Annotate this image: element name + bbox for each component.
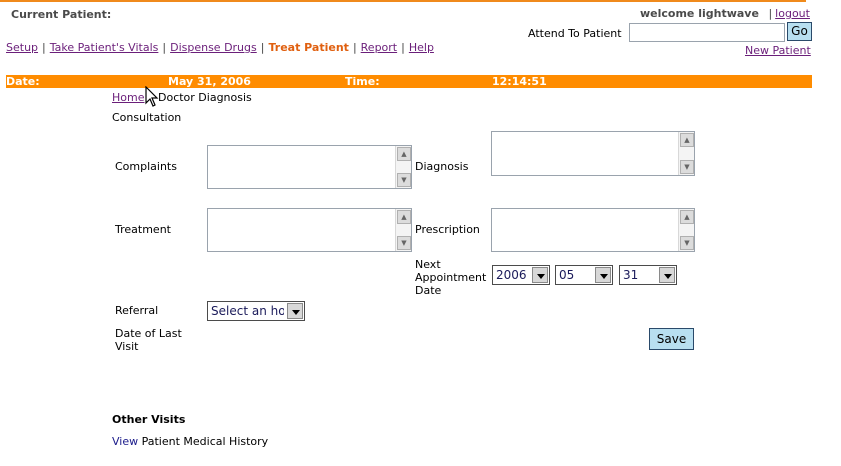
time-value: 12:14:51	[492, 75, 547, 88]
prescription-textarea[interactable]: ▲ ▼	[491, 208, 695, 252]
consultation-title: Consultation	[112, 111, 182, 124]
prescription-scrollbar[interactable]: ▲ ▼	[678, 209, 694, 251]
last-visit-label: Date of Last Visit	[115, 327, 182, 353]
nav-report[interactable]: Report	[361, 41, 397, 54]
attend-to-patient-label: Attend To Patient	[528, 27, 622, 40]
date-time-bar: Date: May 31, 2006 Time: 12:14:51	[6, 75, 812, 88]
breadcrumb-current: Doctor Diagnosis	[158, 91, 252, 104]
treatment-label: Treatment	[115, 223, 171, 236]
next-appointment-label-line: Appointment	[415, 271, 487, 284]
diagnosis-label: Diagnosis	[415, 160, 469, 173]
cursor-icon	[145, 86, 159, 107]
nav-dispense-drugs[interactable]: Dispense Drugs	[170, 41, 257, 54]
medical-history-text: Patient Medical History	[141, 435, 269, 448]
other-visits-title: Other Visits	[112, 413, 186, 426]
appointment-day-value: 31	[623, 268, 639, 282]
welcome-area: welcome lightwave | logout	[640, 7, 810, 20]
new-patient-link[interactable]: New Patient	[745, 44, 811, 57]
referral-label: Referral	[115, 304, 159, 317]
nav-separator: |	[352, 41, 357, 54]
prescription-label: Prescription	[415, 223, 480, 236]
welcome-text: welcome lightwave	[640, 7, 759, 20]
treatment-textarea[interactable]: ▲ ▼	[207, 208, 412, 252]
nav-separator: |	[401, 41, 405, 54]
appointment-month-select[interactable]: 05	[555, 265, 613, 285]
referral-value: Select an hospital	[211, 304, 284, 318]
nav-separator: |	[260, 41, 265, 54]
complaints-scrollbar[interactable]: ▲ ▼	[395, 146, 411, 188]
complaints-textarea[interactable]: ▲ ▼	[207, 145, 412, 189]
nav-separator: |	[162, 41, 167, 54]
nav-help[interactable]: Help	[409, 41, 434, 54]
scroll-up-icon[interactable]: ▲	[680, 133, 694, 147]
time-label: Time:	[345, 75, 380, 88]
breadcrumb-home-link[interactable]: Home	[112, 91, 144, 104]
main-nav: Setup | Take Patient's Vitals | Dispense Dru…	[6, 41, 434, 54]
attend-to-patient-input[interactable]	[629, 23, 785, 42]
scroll-up-icon[interactable]: ▲	[397, 210, 411, 224]
nav-setup[interactable]: Setup	[6, 41, 38, 54]
breadcrumb: Home	[112, 91, 144, 104]
nav-treat-patient[interactable]: Treat Patient	[268, 41, 348, 54]
current-patient-label: Current Patient:	[11, 8, 112, 21]
chevron-down-icon[interactable]	[287, 303, 303, 319]
scroll-up-icon[interactable]: ▲	[397, 147, 411, 161]
diagnosis-textarea[interactable]: ▲ ▼	[491, 131, 695, 176]
appointment-month-value: 05	[559, 268, 575, 282]
nav-take-vitals[interactable]: Take Patient's Vitals	[50, 41, 159, 54]
appointment-year-select[interactable]: 2006	[492, 265, 550, 285]
last-visit-label-line: Visit	[115, 340, 139, 353]
logout-separator: |	[768, 7, 773, 20]
top-border-line	[0, 0, 806, 2]
appointment-day-select[interactable]: 31	[619, 265, 677, 285]
chevron-down-icon[interactable]	[659, 267, 675, 283]
chevron-down-icon[interactable]	[532, 267, 548, 283]
next-appointment-label-line: Date	[415, 284, 442, 297]
go-button[interactable]: Go	[787, 22, 812, 41]
nav-separator: |	[42, 41, 46, 54]
date-value: May 31, 2006	[168, 75, 251, 88]
complaints-label: Complaints	[115, 160, 177, 173]
referral-select[interactable]: Select an hospital	[207, 301, 305, 321]
treatment-scrollbar[interactable]: ▲ ▼	[395, 209, 411, 251]
medical-history-line: View Patient Medical History	[112, 435, 268, 448]
appointment-year-value: 2006	[496, 268, 527, 282]
scroll-down-icon[interactable]: ▼	[397, 236, 411, 250]
date-label: Date:	[6, 75, 40, 88]
logout-link[interactable]: logout	[775, 7, 810, 20]
view-history-link[interactable]: View	[112, 435, 138, 448]
diagnosis-scrollbar[interactable]: ▲ ▼	[678, 132, 694, 175]
save-button[interactable]: Save	[649, 328, 694, 350]
scroll-down-icon[interactable]: ▼	[397, 173, 411, 187]
scroll-down-icon[interactable]: ▼	[680, 236, 694, 250]
chevron-down-icon[interactable]	[595, 267, 611, 283]
next-appointment-label: Next Appointment Date	[415, 258, 486, 297]
last-visit-label-line: Date of Last	[115, 327, 182, 340]
next-appointment-label-line: Next	[415, 258, 441, 271]
scroll-up-icon[interactable]: ▲	[680, 210, 694, 224]
scroll-down-icon[interactable]: ▼	[680, 160, 694, 174]
